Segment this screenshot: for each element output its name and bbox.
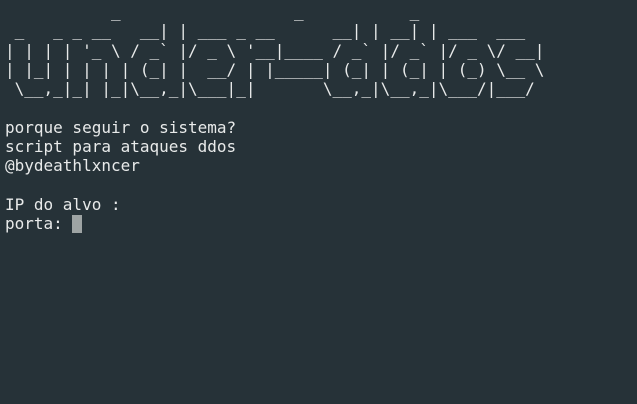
- port-prompt-label: porta:: [5, 214, 73, 234]
- ascii-banner: _ _ _ _ _ _ __ __| | ___ _ __ __| | __| …: [5, 2, 545, 99]
- terminal-window[interactable]: _ _ _ _ _ _ __ __| | ___ _ __ __| | __| …: [0, 0, 637, 404]
- ip-prompt: IP do alvo :: [5, 194, 121, 214]
- output-line-tagline: porque seguir o sistema?: [5, 117, 237, 137]
- text-cursor: [72, 214, 83, 233]
- port-input-line[interactable]: porta:: [5, 214, 637, 233]
- output-line-description: script para ataques ddos: [5, 137, 237, 157]
- output-line-author: @bydeathlxncer: [5, 156, 140, 176]
